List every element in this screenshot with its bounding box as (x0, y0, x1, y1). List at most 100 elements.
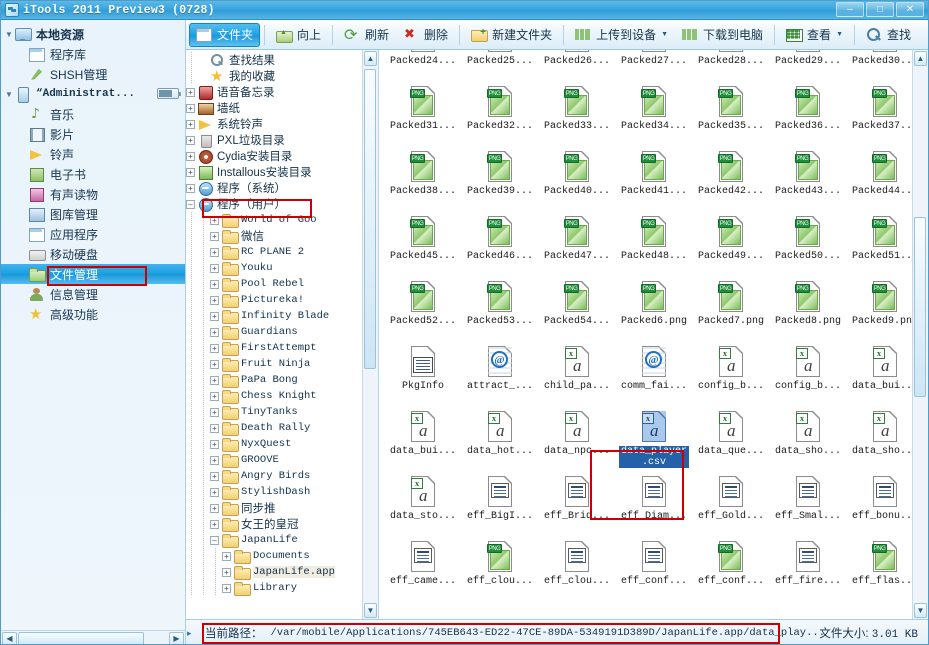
tree-expander-icon[interactable]: + (186, 183, 195, 193)
tree-expander-icon[interactable]: + (210, 295, 219, 305)
sidebar-item-7[interactable]: 电子书 (1, 164, 185, 184)
file-item[interactable]: PNG Packed7.png (693, 276, 769, 341)
file-item[interactable]: PNG Packed30... (847, 50, 912, 81)
file-item[interactable]: PNG Packed29... (770, 50, 846, 81)
sidebar-item-1[interactable]: 程序库 (1, 44, 185, 64)
tree-expander-icon[interactable]: + (210, 423, 219, 433)
tree-item-28[interactable]: + 同步推 (186, 500, 362, 516)
sidebar-item-14[interactable]: 高级功能 (1, 304, 185, 324)
file-item[interactable]: eff_Diam... (616, 471, 692, 536)
tree-expander-icon[interactable]: + (210, 279, 219, 289)
chevron-down-icon[interactable]: ▼ (3, 30, 15, 39)
file-item[interactable]: PNG Packed38... (385, 146, 461, 211)
toolbar-button-8[interactable]: 查找 (859, 23, 918, 47)
sidebar-item-0[interactable]: ▼ 本地资源 (1, 24, 185, 44)
tree-expander-icon[interactable]: – (210, 535, 219, 545)
file-item[interactable]: x a data_bui... (385, 406, 461, 471)
file-item[interactable]: PNG Packed31... (385, 81, 461, 146)
file-item[interactable]: PNG Packed35... (693, 81, 769, 146)
file-item[interactable]: PNG Packed47... (539, 211, 615, 276)
tree-expander-icon[interactable]: + (222, 583, 231, 593)
file-item[interactable]: eff_clou... (539, 536, 615, 601)
file-item[interactable]: PNG Packed46... (462, 211, 538, 276)
scroll-left-button[interactable]: ◀ (2, 631, 17, 644)
tree-item-9[interactable]: – 程序（用户） (186, 196, 362, 212)
sidebar-item-8[interactable]: 有声读物 (1, 184, 185, 204)
tree-item-10[interactable]: + World of Goo (186, 212, 362, 228)
tree-expander-icon[interactable]: + (186, 119, 195, 129)
tree-item-6[interactable]: + Cydia安装目录 (186, 148, 362, 164)
tree-item-16[interactable]: + Infinity Blade (186, 308, 362, 324)
tree-item-22[interactable]: + TinyTanks (186, 404, 362, 420)
tree-item-25[interactable]: + GROOVE (186, 452, 362, 468)
file-item[interactable]: eff_Gold... (693, 471, 769, 536)
sidebar-item-11[interactable]: 移动硬盘 (1, 244, 185, 264)
tree-item-5[interactable]: + PXL垃圾目录 (186, 132, 362, 148)
file-item[interactable]: x a data_sho... (847, 406, 912, 471)
tree-item-17[interactable]: + Guardians (186, 324, 362, 340)
sidebar-item-6[interactable]: 铃声 (1, 144, 185, 164)
tree-item-30[interactable]: – JapanLife (186, 532, 362, 548)
tree-item-18[interactable]: + FirstAttempt (186, 340, 362, 356)
toolbar-button-4[interactable]: 新建文件夹 (464, 23, 559, 47)
tree-expander-icon[interactable]: + (210, 327, 219, 337)
file-item[interactable]: PNG eff_flas... (847, 536, 912, 601)
tree-expander-icon[interactable]: + (210, 247, 219, 257)
tree-expander-icon[interactable]: + (210, 503, 219, 513)
file-item[interactable]: PNG Packed36... (770, 81, 846, 146)
toolbar-button-3[interactable]: 删除 (396, 23, 455, 47)
tree-item-33[interactable]: + Library (186, 580, 362, 596)
tree-expander-icon[interactable]: + (210, 311, 219, 321)
tree-item-29[interactable]: + 女王的皇冠 (186, 516, 362, 532)
file-item[interactable]: PNG Packed32... (462, 81, 538, 146)
toolbar-button-5[interactable]: 上传到设备 ▼ (568, 23, 675, 47)
chevron-down-icon[interactable]: ▼ (3, 90, 15, 99)
status-expand-icon[interactable]: ▸ (187, 626, 197, 640)
maximize-button[interactable]: □ (866, 2, 894, 17)
tree-vertical-scrollbar[interactable]: ▲ ▼ (362, 50, 378, 619)
tree-expander-icon[interactable]: + (210, 231, 219, 241)
tree-expander-icon[interactable]: + (186, 151, 195, 161)
tree-expander-icon[interactable]: + (186, 135, 195, 145)
tree-item-8[interactable]: + 程序（系统） (186, 180, 362, 196)
tree-expander-icon[interactable]: + (210, 359, 219, 369)
tree-expander-icon[interactable]: + (210, 455, 219, 465)
file-item[interactable]: PNG Packed44... (847, 146, 912, 211)
file-item[interactable]: x a data_hot... (462, 406, 538, 471)
tree-item-19[interactable]: + Fruit Ninja (186, 356, 362, 372)
file-item[interactable]: PNG Packed41... (616, 146, 692, 211)
toolbar-button-6[interactable]: 下载到电脑 (675, 23, 770, 47)
tree-item-3[interactable]: + 墙纸 (186, 100, 362, 116)
tree-item-15[interactable]: + Pictureka! (186, 292, 362, 308)
tree-item-27[interactable]: + StylishDash (186, 484, 362, 500)
scroll-right-button[interactable]: ▶ (169, 631, 184, 644)
tree-expander-icon[interactable]: + (210, 407, 219, 417)
sidebar-item-2[interactable]: SHSH管理 (1, 64, 185, 84)
tree-expander-icon[interactable]: + (210, 343, 219, 353)
file-item[interactable]: PNG Packed52... (385, 276, 461, 341)
tree-expander-icon[interactable]: + (222, 551, 231, 561)
file-item[interactable]: x a data_sho... (770, 406, 846, 471)
file-item[interactable]: PNG Packed9.png (847, 276, 912, 341)
tree-expander-icon[interactable]: + (210, 391, 219, 401)
file-item[interactable]: x a config_b... (693, 341, 769, 406)
toolbar-button-0[interactable]: 文件夹 (189, 22, 261, 47)
tree-item-24[interactable]: + NyxQuest (186, 436, 362, 452)
file-item[interactable]: PNG Packed6.png (616, 276, 692, 341)
file-item[interactable]: PkgInfo (385, 341, 461, 406)
tree-item-12[interactable]: + RC PLANE 2 (186, 244, 362, 260)
file-item[interactable]: eff_bonu... (847, 471, 912, 536)
toolbar-button-1[interactable]: 向上 (269, 23, 328, 47)
file-item[interactable]: PNG Packed53... (462, 276, 538, 341)
file-item[interactable]: PNG Packed40... (539, 146, 615, 211)
sidebar-item-9[interactable]: 图库管理 (1, 204, 185, 224)
scroll-track[interactable] (18, 631, 168, 644)
file-scroll-track[interactable] (914, 67, 927, 602)
tree-item-2[interactable]: + 语音备忘录 (186, 84, 362, 100)
tree-expander-icon[interactable]: – (186, 199, 195, 209)
file-item[interactable]: PNG Packed8.png (770, 276, 846, 341)
sidebar-item-5[interactable]: 影片 (1, 124, 185, 144)
toolbar-button-7[interactable]: 查看 ▼ (779, 23, 850, 47)
tree-expander-icon[interactable]: + (210, 487, 219, 497)
tree-expander-icon[interactable]: + (210, 471, 219, 481)
